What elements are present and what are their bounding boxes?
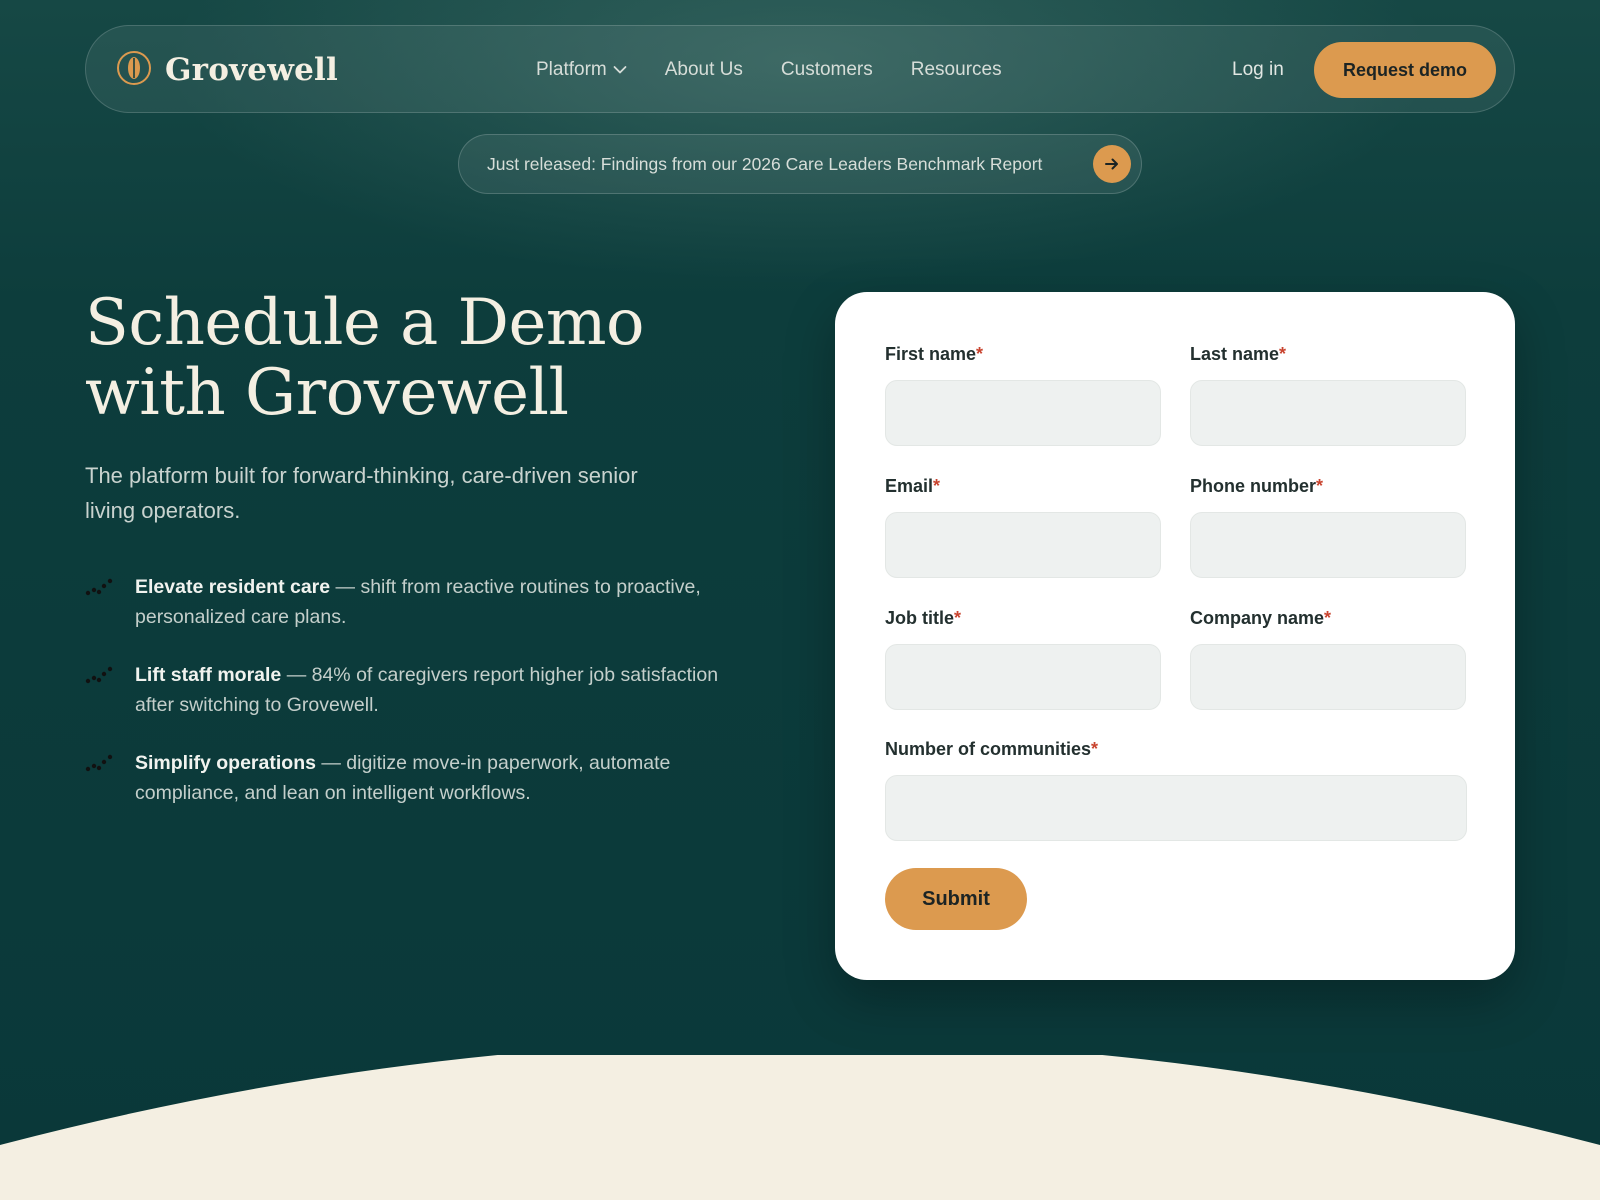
brand-logo[interactable]: Grovewell <box>116 48 338 92</box>
job-title-group: Job title* <box>885 608 1161 710</box>
label-text: Job title <box>885 608 955 628</box>
label-text: Phone number <box>1190 476 1317 496</box>
announcement-banner[interactable]: Just released: Findings from our 2026 Ca… <box>458 134 1142 194</box>
nav-links: Platform About Us Customers Resources <box>536 26 1002 114</box>
first-name-label: First name* <box>885 344 983 366</box>
demo-form: First name* Last name* Email* Phone numb… <box>835 292 1515 980</box>
label-text: Last name <box>1190 344 1280 364</box>
email-label: Email* <box>885 476 940 498</box>
submit-button[interactable]: Submit <box>885 868 1027 930</box>
arrow-right-icon[interactable] <box>1093 145 1131 183</box>
company-label: Company name* <box>1190 608 1331 630</box>
feature-item: Elevate resident care — shift from react… <box>85 572 725 632</box>
nav-link-label: Customers <box>780 59 873 80</box>
phone-input[interactable] <box>1190 512 1466 578</box>
feature-title: Lift staff morale <box>135 664 282 686</box>
brand-name: Grovewell <box>165 52 338 88</box>
banner-text: Just released: Findings from our 2026 Ca… <box>487 154 1043 174</box>
required-marker: * <box>1316 476 1324 496</box>
required-marker: * <box>976 344 984 364</box>
last-name-group: Last name* <box>1190 344 1466 446</box>
nav-link-label: Platform <box>536 59 607 80</box>
feature-title: Elevate resident care <box>135 576 331 598</box>
phone-group: Phone number* <box>1190 476 1466 578</box>
email-group: Email* <box>885 476 1161 578</box>
feature-list: Elevate resident care — shift from react… <box>85 572 725 836</box>
required-marker: * <box>1324 608 1332 628</box>
top-nav: Grovewell Platform About Us Customers Re… <box>85 25 1515 113</box>
title-line-1: Schedule a Demo <box>85 286 645 360</box>
label-text: Number of communities <box>885 739 1092 759</box>
feature-item: Lift staff morale — 84% of caregivers re… <box>85 660 725 720</box>
last-name-input[interactable] <box>1190 380 1466 446</box>
nav-link-platform[interactable]: Platform <box>536 59 627 81</box>
hero-subtitle: The platform built for forward-thinking,… <box>85 463 638 523</box>
dots-trend-icon <box>85 576 113 607</box>
request-demo-button[interactable]: Request demo <box>1314 42 1496 98</box>
title-line-2: with Grovewell <box>85 356 569 430</box>
nav-link-about-us[interactable]: About Us <box>665 59 743 81</box>
communities-label: Number of communities* <box>885 739 1098 761</box>
job-title-label: Job title* <box>885 608 961 630</box>
feature-title: Simplify operations <box>135 752 316 774</box>
label-text: Email <box>885 476 934 496</box>
label-text: First name <box>885 344 977 364</box>
communities-group: Number of communities* <box>885 739 1467 841</box>
email-input[interactable] <box>885 512 1161 578</box>
seed-logo-icon <box>116 50 152 91</box>
label-text: Company name <box>1190 608 1325 628</box>
dots-trend-icon <box>85 752 113 783</box>
first-name-group: First name* <box>885 344 1161 446</box>
nav-link-label: About Us <box>664 59 743 80</box>
first-name-input[interactable] <box>885 380 1161 446</box>
nav-link-resources[interactable]: Resources <box>911 59 1002 81</box>
required-marker: * <box>954 608 962 628</box>
required-marker: * <box>1279 344 1287 364</box>
login-link[interactable]: Log in <box>1232 26 1284 114</box>
communities-input[interactable] <box>885 775 1467 841</box>
required-marker: * <box>933 476 941 496</box>
required-marker: * <box>1091 739 1099 759</box>
phone-label: Phone number* <box>1190 476 1323 498</box>
page-title: Schedule a Demo with Grovewell <box>85 288 725 428</box>
company-group: Company name* <box>1190 608 1466 710</box>
dots-trend-icon <box>85 664 113 695</box>
feature-item: Simplify operations — digitize move-in p… <box>85 748 725 808</box>
job-title-input[interactable] <box>885 644 1161 710</box>
chevron-down-icon <box>613 59 627 81</box>
nav-link-customers[interactable]: Customers <box>781 59 873 81</box>
nav-link-label: Resources <box>910 59 1002 80</box>
company-input[interactable] <box>1190 644 1466 710</box>
bottom-curve <box>0 1055 1600 1200</box>
last-name-label: Last name* <box>1190 344 1286 366</box>
